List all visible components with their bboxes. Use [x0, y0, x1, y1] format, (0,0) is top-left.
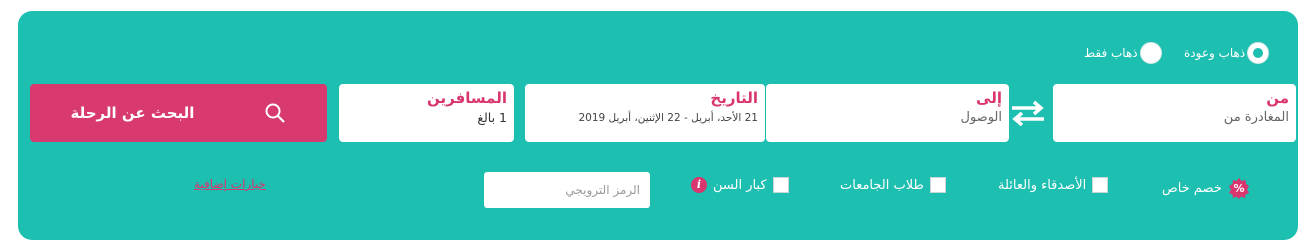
from-label: من [1266, 89, 1289, 107]
passengers-value[interactable]: 1 بالغ [346, 109, 507, 127]
date-label: التاريخ [710, 89, 758, 107]
seniors-checkbox[interactable] [772, 177, 789, 193]
students-checkbox[interactable] [929, 177, 946, 193]
special-discount[interactable]: % خصم خاص [1162, 177, 1250, 199]
to-field[interactable]: إلى الوصول [766, 84, 1009, 142]
radio-round-trip-circle[interactable] [1247, 42, 1270, 64]
radio-one-way-circle[interactable] [1139, 42, 1162, 64]
search-flight-button[interactable]: البحث عن الرحلة [30, 84, 327, 142]
swap-icon[interactable] [1008, 100, 1048, 126]
svg-text:%: % [1233, 182, 1244, 195]
radio-round-trip-label: ذهاب وعودة [1184, 46, 1246, 60]
from-field[interactable]: من المغادرة من [1053, 84, 1296, 142]
date-value[interactable]: 21 الأحد، أبريل - 22 الإثنين، أبريل 2019 [532, 109, 758, 127]
passengers-label: المسافرين [426, 89, 507, 107]
passengers-field[interactable]: المسافرين 1 بالغ [339, 84, 514, 142]
students-option[interactable]: طلاب الجامعات [840, 177, 946, 193]
students-label: طلاب الجامعات [840, 177, 924, 193]
promo-code-input[interactable] [484, 172, 650, 208]
radio-one-way-label: ذهاب فقط [1084, 46, 1138, 60]
seniors-label: كبار السن [713, 177, 767, 193]
to-input[interactable]: الوصول [773, 109, 1003, 127]
friends-family-option[interactable]: الأصدقاء والعائلة [998, 177, 1109, 193]
special-discount-label: خصم خاص [1162, 180, 1222, 196]
search-icon [265, 103, 286, 123]
date-field[interactable]: التاريخ 21 الأحد، أبريل - 22 الإثنين، أب… [525, 84, 765, 142]
search-button-label: البحث عن الرحلة [70, 104, 195, 122]
friends-family-checkbox[interactable] [1092, 177, 1109, 193]
info-icon[interactable]: i [691, 177, 707, 193]
seniors-option[interactable]: كبار السن i [691, 177, 789, 193]
from-input[interactable]: المغادرة من [1060, 109, 1289, 127]
friends-family-label: الأصدقاء والعائلة [998, 177, 1087, 193]
extra-options-link[interactable]: خيارات إضافية [194, 177, 266, 191]
to-label: إلى [976, 89, 1002, 107]
radio-round-trip[interactable]: ذهاب وعودة [1184, 42, 1270, 64]
radio-one-way[interactable]: ذهاب فقط [1084, 42, 1162, 64]
discount-badge-icon: % [1228, 178, 1249, 199]
